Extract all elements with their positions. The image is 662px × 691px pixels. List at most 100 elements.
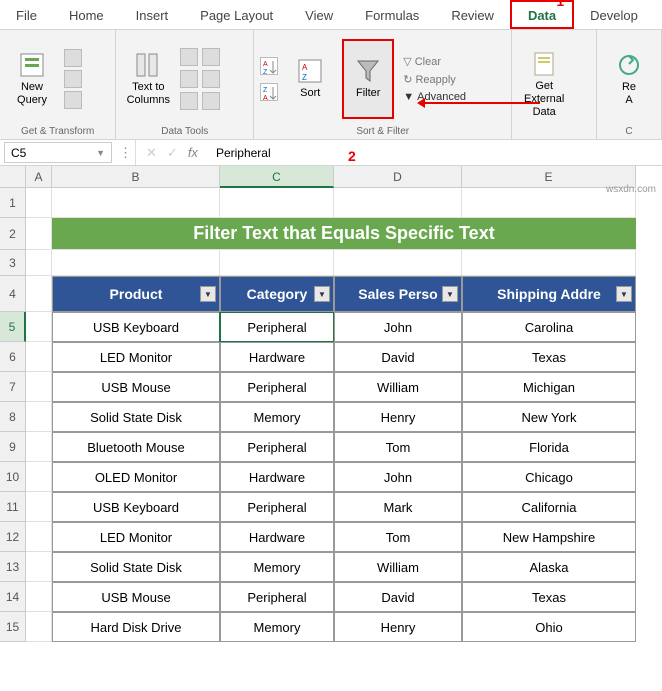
table-cell[interactable]: Tom — [334, 432, 462, 462]
table-cell[interactable]: Hardware — [220, 462, 334, 492]
from-table-icon[interactable] — [64, 70, 82, 88]
cell[interactable] — [462, 250, 636, 276]
sort-za-icon[interactable]: ZA — [260, 83, 278, 101]
row-header-4[interactable]: 4 — [0, 276, 26, 312]
cell[interactable] — [26, 276, 52, 312]
cell[interactable] — [334, 188, 462, 218]
cell[interactable] — [26, 402, 52, 432]
table-header-product[interactable]: Product▼ — [52, 276, 220, 312]
refresh-all-button[interactable]: Re A — [603, 39, 655, 119]
row-header-5[interactable]: 5 — [0, 312, 26, 342]
select-all-corner[interactable] — [0, 166, 26, 188]
reapply-button[interactable]: ↻Reapply — [400, 72, 469, 87]
tab-data[interactable]: Data1 — [510, 0, 574, 29]
cell[interactable] — [220, 250, 334, 276]
row-header-14[interactable]: 14 — [0, 582, 26, 612]
table-cell[interactable]: Peripheral — [220, 492, 334, 522]
cell[interactable] — [52, 188, 220, 218]
row-header-11[interactable]: 11 — [0, 492, 26, 522]
fx-icon[interactable]: fx — [188, 145, 198, 160]
table-cell[interactable]: David — [334, 582, 462, 612]
remove-duplicates-icon[interactable] — [202, 48, 220, 66]
show-queries-icon[interactable] — [64, 49, 82, 67]
table-cell[interactable]: Peripheral — [220, 432, 334, 462]
col-header-a[interactable]: A — [26, 166, 52, 188]
table-header-category[interactable]: Category▼ — [220, 276, 334, 312]
cell[interactable] — [26, 218, 52, 250]
recent-sources-icon[interactable] — [64, 91, 82, 109]
table-cell[interactable]: OLED Monitor — [52, 462, 220, 492]
text-to-columns-button[interactable]: Text to Columns — [122, 39, 174, 119]
filter-button[interactable]: Filter — [342, 39, 394, 119]
table-cell[interactable]: Chicago — [462, 462, 636, 492]
table-cell[interactable]: Bluetooth Mouse — [52, 432, 220, 462]
cell[interactable] — [334, 250, 462, 276]
table-header-sales-person[interactable]: Sales Perso▼ — [334, 276, 462, 312]
expand-formula-bar[interactable]: ⋮ — [116, 140, 136, 165]
table-cell[interactable]: New Hampshire — [462, 522, 636, 552]
table-cell[interactable]: Michigan — [462, 372, 636, 402]
table-cell[interactable]: Henry — [334, 612, 462, 642]
table-cell[interactable]: USB Keyboard — [52, 492, 220, 522]
tab-formulas[interactable]: Formulas — [349, 0, 435, 29]
tab-home[interactable]: Home — [53, 0, 120, 29]
table-cell[interactable]: Solid State Disk — [52, 402, 220, 432]
cell[interactable] — [26, 612, 52, 642]
manage-data-model-icon[interactable] — [202, 92, 220, 110]
table-cell[interactable]: Hardware — [220, 342, 334, 372]
row-header-1[interactable]: 1 — [0, 188, 26, 218]
table-cell[interactable]: Carolina — [462, 312, 636, 342]
table-cell[interactable]: Memory — [220, 612, 334, 642]
col-header-d[interactable]: D — [334, 166, 462, 188]
table-cell[interactable]: Memory — [220, 552, 334, 582]
cell[interactable] — [26, 372, 52, 402]
table-cell[interactable]: California — [462, 492, 636, 522]
formula-input[interactable]: Peripheral — [208, 140, 662, 165]
row-header-6[interactable]: 6 — [0, 342, 26, 372]
get-external-data-button[interactable]: Get External Data — [518, 45, 570, 125]
table-cell[interactable]: Texas — [462, 342, 636, 372]
banner-title[interactable]: Filter Text that Equals Specific Text — [52, 218, 636, 250]
table-cell[interactable]: Tom — [334, 522, 462, 552]
table-cell[interactable]: Hard Disk Drive — [52, 612, 220, 642]
cell[interactable] — [26, 250, 52, 276]
relationships-icon[interactable] — [180, 92, 198, 110]
tab-review[interactable]: Review — [435, 0, 510, 29]
cell[interactable] — [26, 342, 52, 372]
sort-button[interactable]: AZ Sort — [284, 39, 336, 119]
row-header-12[interactable]: 12 — [0, 522, 26, 552]
cell[interactable] — [52, 250, 220, 276]
table-cell[interactable]: David — [334, 342, 462, 372]
cell[interactable] — [26, 312, 52, 342]
clear-filter-button[interactable]: ▽Clear — [400, 54, 469, 69]
table-cell[interactable]: USB Mouse — [52, 372, 220, 402]
data-validation-icon[interactable] — [180, 70, 198, 88]
cell[interactable] — [26, 188, 52, 218]
cell[interactable] — [26, 432, 52, 462]
table-cell[interactable]: New York — [462, 402, 636, 432]
table-cell[interactable]: Memory — [220, 402, 334, 432]
table-cell[interactable]: John — [334, 312, 462, 342]
table-cell[interactable]: USB Mouse — [52, 582, 220, 612]
table-cell[interactable]: Peripheral — [220, 312, 334, 342]
table-cell[interactable]: Hardware — [220, 522, 334, 552]
table-cell[interactable]: Texas — [462, 582, 636, 612]
row-header-13[interactable]: 13 — [0, 552, 26, 582]
row-header-3[interactable]: 3 — [0, 250, 26, 276]
consolidate-icon[interactable] — [202, 70, 220, 88]
sort-az-icon[interactable]: AZ — [260, 57, 278, 75]
cell[interactable] — [220, 188, 334, 218]
table-cell[interactable]: John — [334, 462, 462, 492]
cell[interactable] — [26, 462, 52, 492]
row-header-10[interactable]: 10 — [0, 462, 26, 492]
table-cell[interactable]: William — [334, 372, 462, 402]
flash-fill-icon[interactable] — [180, 48, 198, 66]
table-cell[interactable]: Mark — [334, 492, 462, 522]
name-box[interactable]: C5▼ — [4, 142, 112, 163]
tab-file[interactable]: File — [0, 0, 53, 29]
filter-dropdown-icon[interactable]: ▼ — [200, 286, 216, 302]
table-cell[interactable]: Solid State Disk — [52, 552, 220, 582]
row-header-15[interactable]: 15 — [0, 612, 26, 642]
cell[interactable] — [26, 582, 52, 612]
filter-dropdown-icon[interactable]: ▼ — [314, 286, 330, 302]
